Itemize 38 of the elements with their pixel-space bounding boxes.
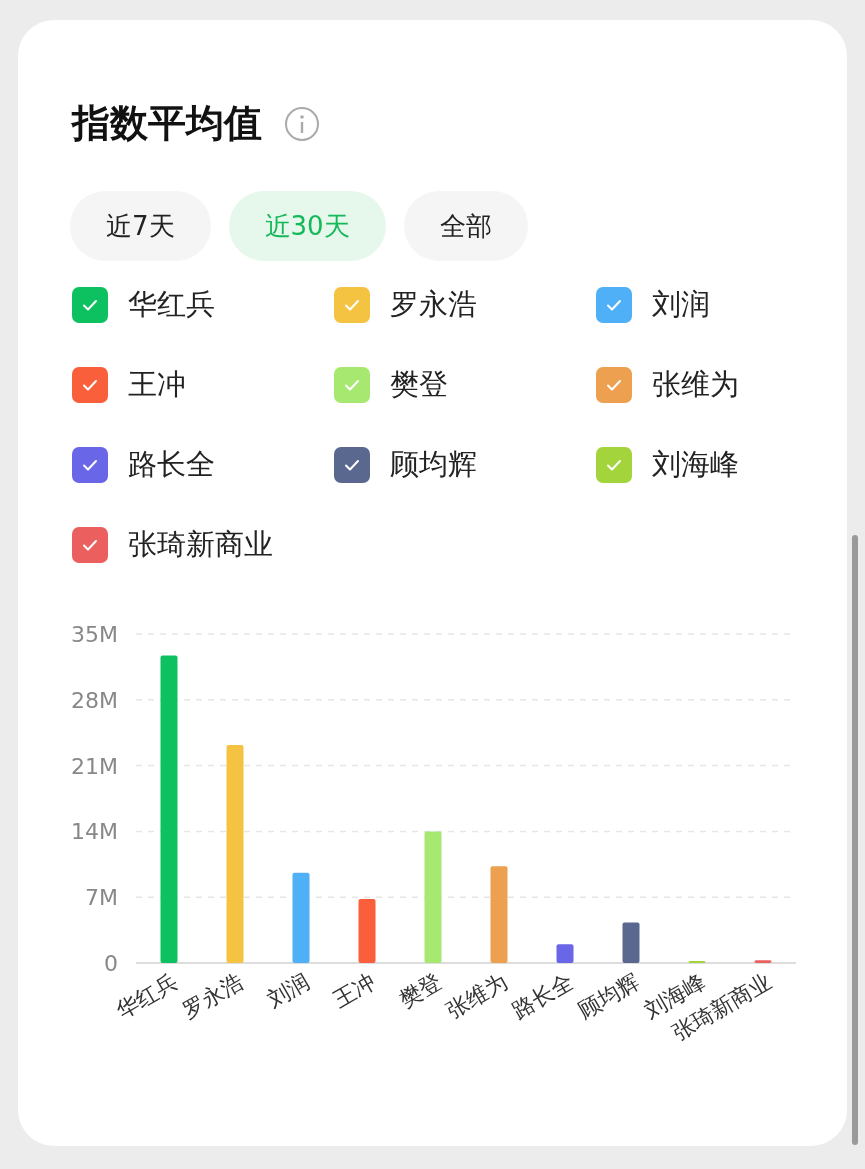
legend-checkbox[interactable] bbox=[72, 367, 108, 403]
bar bbox=[622, 922, 640, 963]
card-title: 指数平均值 bbox=[72, 100, 262, 147]
legend-label: 樊登 bbox=[390, 366, 448, 403]
legend-checkbox[interactable] bbox=[334, 447, 370, 483]
range-tab[interactable]: 近7天 bbox=[70, 191, 211, 261]
legend-label: 刘海峰 bbox=[652, 446, 739, 483]
axis-label: 王冲 bbox=[328, 968, 380, 1013]
axis-label: 罗永浩 bbox=[177, 968, 248, 1024]
info-icon[interactable] bbox=[284, 105, 320, 142]
legend-checkbox[interactable] bbox=[596, 447, 632, 483]
scrollbar[interactable] bbox=[852, 535, 858, 1145]
axis-label: 28M bbox=[72, 687, 118, 713]
legend-checkbox[interactable] bbox=[334, 367, 370, 403]
axis-label: 21M bbox=[72, 753, 118, 779]
legend-checkbox[interactable] bbox=[596, 367, 632, 403]
legend-label: 罗永浩 bbox=[390, 286, 477, 323]
axis-label: 7M bbox=[85, 885, 118, 911]
legend-label: 刘润 bbox=[652, 286, 710, 323]
bar bbox=[358, 899, 376, 963]
bar bbox=[754, 960, 772, 963]
legend-checkbox[interactable] bbox=[334, 287, 370, 323]
legend-label: 华红兵 bbox=[128, 286, 215, 323]
axis-label: 0 bbox=[104, 951, 118, 976]
legend-checkbox[interactable] bbox=[72, 287, 108, 323]
legend-checkbox[interactable] bbox=[72, 527, 108, 563]
axis-label: 刘润 bbox=[262, 968, 314, 1013]
axis-label: 35M bbox=[72, 622, 118, 647]
legend-checkbox[interactable] bbox=[596, 287, 632, 323]
legend-label: 王冲 bbox=[128, 366, 186, 403]
axis-label: 14M bbox=[72, 819, 118, 845]
legend-checkbox[interactable] bbox=[72, 447, 108, 483]
legend-label: 路长全 bbox=[128, 446, 215, 483]
bar bbox=[556, 944, 574, 963]
legend-label: 顾均辉 bbox=[390, 446, 477, 483]
range-tab[interactable]: 全部 bbox=[403, 191, 528, 261]
legend-label: 张琦新商业 bbox=[128, 526, 273, 563]
legend-label: 张维为 bbox=[652, 366, 739, 403]
